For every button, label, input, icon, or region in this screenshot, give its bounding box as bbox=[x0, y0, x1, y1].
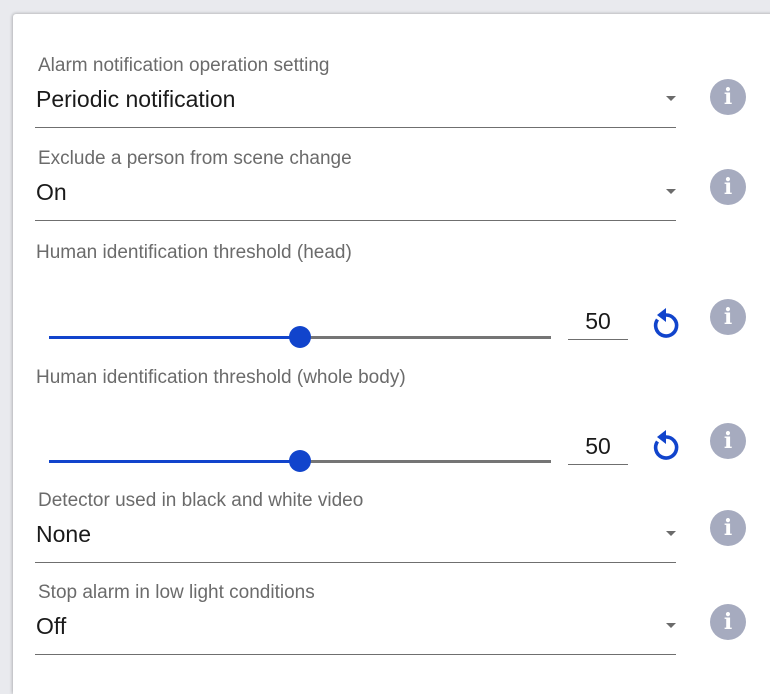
bw-detector-value: None bbox=[36, 521, 91, 547]
chevron-down-icon[interactable] bbox=[666, 623, 676, 628]
field-underline bbox=[35, 127, 676, 128]
input-underline bbox=[568, 339, 628, 340]
field-underline bbox=[35, 220, 676, 221]
threshold-body-value[interactable]: 50 bbox=[568, 433, 628, 460]
chevron-down-icon[interactable] bbox=[666, 96, 676, 101]
info-icon[interactable]: i bbox=[710, 299, 746, 335]
info-icon[interactable]: i bbox=[710, 79, 746, 115]
chevron-down-icon[interactable] bbox=[666, 531, 676, 536]
info-icon[interactable]: i bbox=[710, 169, 746, 205]
slider-thumb[interactable] bbox=[289, 450, 311, 472]
exclude-person-label: Exclude a person from scene change bbox=[38, 148, 352, 169]
threshold-head-label: Human identification threshold (head) bbox=[36, 242, 352, 263]
input-underline bbox=[568, 464, 628, 465]
field-underline bbox=[35, 654, 676, 655]
field-underline bbox=[35, 562, 676, 563]
alarm-notification-label: Alarm notification operation setting bbox=[38, 55, 330, 76]
threshold-body-input[interactable]: 50 bbox=[568, 427, 628, 465]
threshold-head-input[interactable]: 50 bbox=[568, 302, 628, 340]
alarm-notification-value: Periodic notification bbox=[36, 86, 236, 112]
slider-thumb[interactable] bbox=[289, 326, 311, 348]
bw-detector-label: Detector used in black and white video bbox=[38, 490, 364, 511]
info-icon[interactable]: i bbox=[710, 604, 746, 640]
info-icon[interactable]: i bbox=[710, 510, 746, 546]
reset-icon[interactable] bbox=[648, 303, 684, 343]
low-light-stop-value: Off bbox=[36, 613, 67, 639]
reset-icon[interactable] bbox=[648, 425, 684, 465]
threshold-head-value[interactable]: 50 bbox=[568, 308, 628, 335]
threshold-body-slider[interactable] bbox=[49, 450, 551, 472]
threshold-head-slider[interactable] bbox=[49, 326, 551, 348]
chevron-down-icon[interactable] bbox=[666, 189, 676, 194]
exclude-person-value: On bbox=[36, 179, 67, 205]
slider-fill bbox=[49, 460, 300, 463]
slider-fill bbox=[49, 336, 300, 339]
threshold-body-label: Human identification threshold (whole bo… bbox=[36, 367, 406, 388]
info-icon[interactable]: i bbox=[710, 423, 746, 459]
low-light-stop-label: Stop alarm in low light conditions bbox=[38, 582, 315, 603]
